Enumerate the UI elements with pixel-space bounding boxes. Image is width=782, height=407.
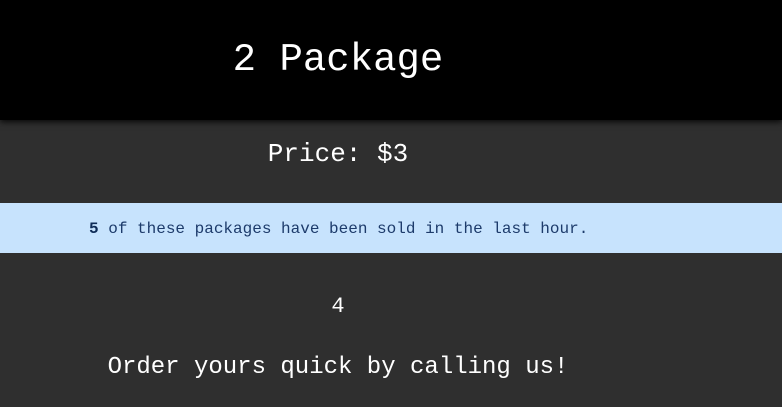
price-value: $3	[377, 139, 409, 169]
quantity-value: 4	[331, 294, 345, 319]
price-label: Price:	[267, 139, 377, 169]
call-to-action: Order yours quick by calling us!	[107, 354, 569, 381]
price-line: Price: $3	[0, 138, 676, 170]
sold-count: 5	[89, 220, 99, 238]
sales-banner-text: 5 of these packages have been sold in th…	[89, 219, 588, 239]
header: 2 Package	[0, 0, 782, 120]
sales-banner: 5 of these packages have been sold in th…	[0, 203, 782, 253]
page-title: 2 Package	[232, 38, 444, 82]
package-page: 2 Package Price: $3 5 of these packages …	[0, 0, 782, 407]
sold-text: of these packages have been sold in the …	[98, 220, 589, 238]
